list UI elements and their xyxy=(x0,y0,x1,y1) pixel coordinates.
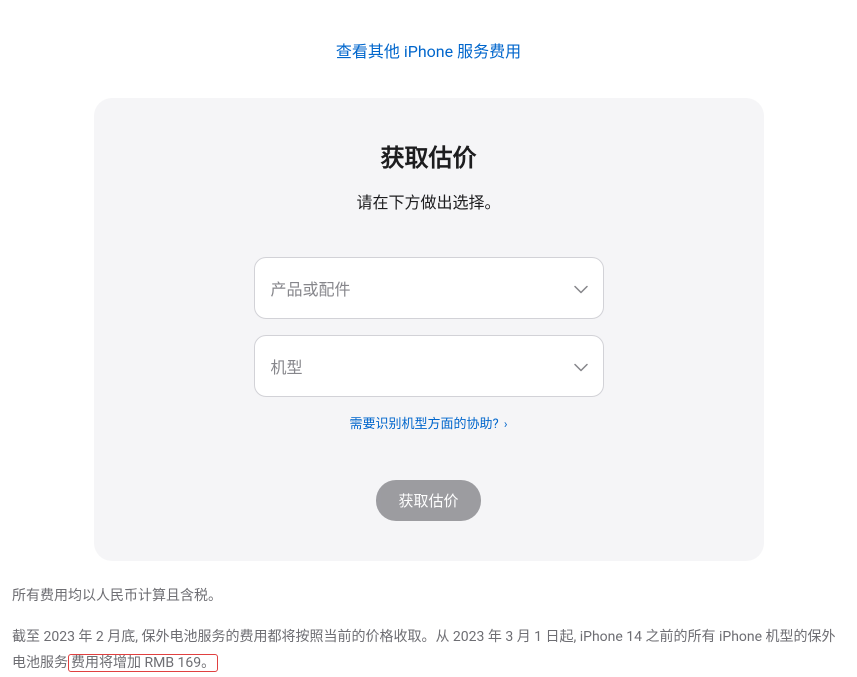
product-select-wrapper: 产品或配件 xyxy=(254,257,604,319)
card-title: 获取估价 xyxy=(114,138,744,173)
help-link-container: 需要识别机型方面的协助? › xyxy=(114,413,744,432)
footer-line-1: 所有费用均以人民币计算且含税。 xyxy=(12,583,845,610)
estimate-card: 获取估价 请在下方做出选择。 产品或配件 机型 需要识别机型方面的协助? › 获… xyxy=(94,98,764,561)
get-estimate-button[interactable]: 获取估价 xyxy=(376,480,480,521)
model-select-wrapper: 机型 xyxy=(254,335,604,397)
model-select[interactable]: 机型 xyxy=(254,335,604,397)
footer-notes: 所有费用均以人民币计算且含税。 截至 2023 年 2 月底, 保外电池服务的费… xyxy=(0,561,857,677)
product-or-accessory-select[interactable]: 产品或配件 xyxy=(254,257,604,319)
help-link-text: 需要识别机型方面的协助? xyxy=(350,417,499,432)
view-other-iphone-fees-link[interactable]: 查看其他 iPhone 服务费用 xyxy=(336,42,521,61)
chevron-right-icon: › xyxy=(504,417,508,431)
identify-model-help-link[interactable]: 需要识别机型方面的协助? › xyxy=(350,417,508,432)
top-link-container: 查看其他 iPhone 服务费用 xyxy=(0,0,857,82)
footer-highlight: 费用将增加 RMB 169。 xyxy=(68,654,218,672)
card-subtitle: 请在下方做出选择。 xyxy=(114,189,744,213)
footer-line-2: 截至 2023 年 2 月底, 保外电池服务的费用都将按照当前的价格收取。从 2… xyxy=(12,624,845,677)
